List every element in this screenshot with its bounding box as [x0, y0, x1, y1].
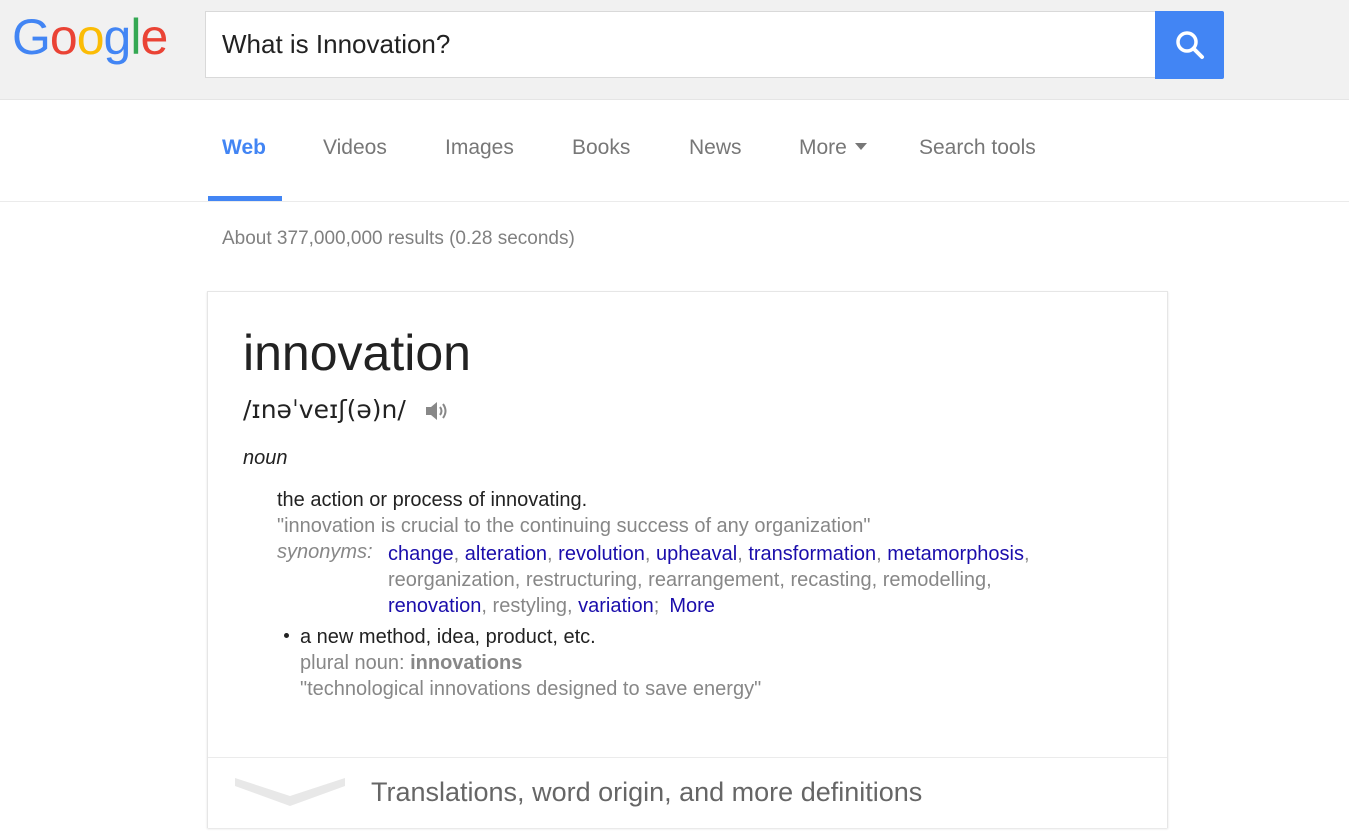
bullet [284, 633, 289, 638]
synonym-text: recasting [790, 569, 872, 591]
example-text: "innovation is crucial to the continuing… [277, 515, 871, 537]
plural-form: plural noun: innovations [300, 652, 522, 675]
search-input[interactable] [222, 12, 1122, 77]
header-bar: Google [0, 0, 1349, 100]
synonyms-list: change, alteration, revolution, upheaval… [388, 543, 1030, 617]
synonym-link[interactable]: alteration [465, 543, 547, 565]
synonym-text: restructuring [525, 569, 638, 591]
more-definitions-label: Translations, word origin, and more defi… [371, 777, 923, 807]
tab-more[interactable]: More [799, 136, 867, 160]
plural-word: innovations [410, 652, 523, 674]
logo-letter: o [49, 9, 78, 65]
synonym-text: restyling [492, 595, 568, 617]
synonym-text: rearrangement [648, 569, 780, 591]
logo-letter: g [103, 9, 132, 65]
synonym-text: remodelling [882, 569, 987, 591]
tab-more-label: More [799, 136, 847, 159]
part-of-speech: noun [243, 447, 288, 469]
tab-web[interactable]: Web [222, 136, 266, 160]
chevron-down-icon [235, 778, 345, 806]
synonym-link[interactable]: revolution [558, 543, 645, 565]
synonym-text: reorganization [388, 569, 515, 591]
search-tabs: Web Videos Images Books News More Search… [0, 100, 1349, 202]
synonyms-label: synonyms: [277, 541, 373, 563]
synonym-link[interactable]: metamorphosis [887, 543, 1024, 565]
definition-text: a new method, idea, product, etc. [300, 626, 596, 648]
tab-videos[interactable]: Videos [323, 136, 387, 160]
headword: innovation [243, 325, 471, 381]
search-button[interactable] [1155, 11, 1224, 79]
dictionary-card: innovation /ɪnəˈveɪʃ(ə)n/ noun the actio… [207, 291, 1168, 828]
tab-books[interactable]: Books [572, 136, 630, 160]
more-synonyms-link[interactable]: More [669, 595, 715, 617]
synonym-link[interactable]: change [388, 543, 454, 565]
phonetic: /ɪnəˈveɪʃ(ə)n/ [243, 395, 406, 424]
definition-text: the action or process of innovating. [277, 489, 588, 511]
caret-down-icon [854, 142, 867, 150]
more-definitions-expander[interactable]: Translations, word origin, and more defi… [208, 757, 1167, 828]
synonym-link[interactable]: transformation [748, 543, 876, 565]
synonym-link[interactable]: renovation [388, 595, 481, 617]
search-box [205, 11, 1155, 78]
google-logo[interactable]: Google [12, 9, 168, 65]
active-tab-indicator [208, 196, 282, 201]
synonym-link[interactable]: upheaval [656, 543, 737, 565]
synonym-link[interactable]: variation [578, 595, 654, 617]
tab-news[interactable]: News [689, 136, 742, 160]
search-tools-button[interactable]: Search tools [919, 136, 1036, 160]
search-icon [1176, 31, 1204, 59]
logo-letter: o [76, 9, 105, 65]
tab-images[interactable]: Images [445, 136, 514, 160]
speaker-icon[interactable] [424, 399, 450, 423]
logo-letter: e [140, 9, 168, 65]
logo-letter: l [130, 9, 141, 65]
example-text: "technological innovations designed to s… [300, 678, 762, 700]
plural-label: plural noun: [300, 652, 405, 674]
result-stats: About 377,000,000 results (0.28 seconds) [222, 228, 575, 249]
logo-letter: G [12, 9, 51, 65]
